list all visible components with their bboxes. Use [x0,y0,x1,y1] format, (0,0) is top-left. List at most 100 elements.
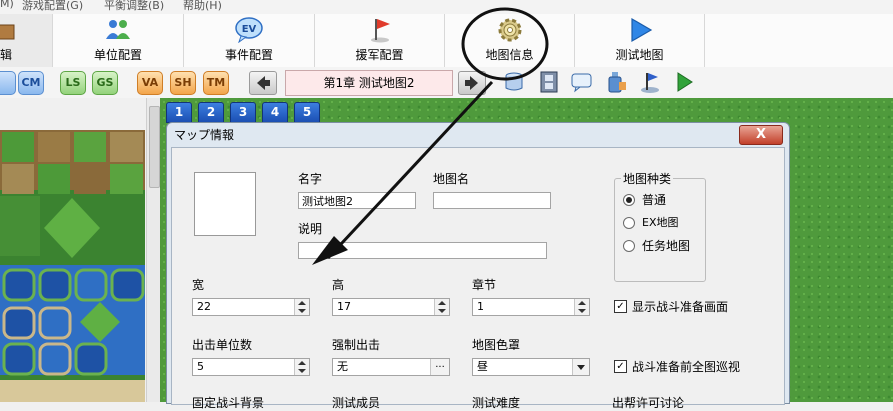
partial-blue-button[interactable] [0,71,16,95]
sh-label: SH [174,76,192,89]
toolbar-units-label: 单位配置 [93,48,142,62]
toolbar-reinforce-label: 援军配置 [355,48,404,62]
menu-bar: M) 游戏配置(G) 平衡调整(B) 帮助(H) [0,0,893,15]
gs-button[interactable]: GS [92,71,118,95]
test-member-label: 测试成员 [332,396,381,410]
cm-button[interactable]: CM [18,71,44,95]
cm-label: CM [21,76,41,89]
menu-item-game-config[interactable]: 游戏配置(G) [22,0,83,13]
height-stepper[interactable]: 17 [332,298,450,316]
database-icon[interactable] [502,70,526,94]
toolbar-edit-label: 辑 [0,48,13,62]
name-field[interactable]: 测试地图2 [298,192,416,209]
tint-value: 昼 [477,360,488,373]
patrol-label: 战斗准备前全图巡视 [632,360,741,374]
height-stepper-arrows[interactable] [434,299,449,315]
width-stepper-arrows[interactable] [294,299,309,315]
menu-item-map[interactable]: M) [0,0,14,10]
map-preview [194,172,256,236]
chapter-stepper-arrows[interactable] [574,299,589,315]
forced-value: 无 [337,360,348,373]
map-tab-4[interactable]: 4 [262,102,288,123]
map-tab-3[interactable]: 3 [230,102,256,123]
toolbar-edit-button[interactable]: 辑 [0,14,53,67]
map-tab-2[interactable]: 2 [198,102,224,123]
patrol-checkbox[interactable]: ✓ [614,360,627,373]
map-tab-5-label: 5 [302,105,312,119]
chapter-label: 章节 [472,278,497,292]
ls-button[interactable]: LS [60,71,86,95]
maptype-label: 地图种类 [621,170,674,187]
sortie-permission-label: 出帮许可讨论 [612,396,685,410]
map-tab-1[interactable]: 1 [166,102,192,123]
toolbar-reinforce-button[interactable]: 援军配置 [315,14,445,67]
edit-icon [0,24,15,40]
gear-icon [498,18,521,42]
menu-item-balance[interactable]: 平衡调整(B) [104,0,164,13]
maptype-quest-radio[interactable] [623,240,635,252]
palette-scrollbar[interactable] [146,98,161,402]
dialog-title: マップ情報 [174,128,235,142]
height-label: 高 [332,278,345,292]
maptype-ex-label: EX地图 [642,216,679,229]
tile-palette[interactable] [0,130,145,402]
maptype-normal-radio[interactable] [623,194,635,206]
gs-label: GS [96,76,114,89]
sortie-stepper-arrows[interactable] [294,359,309,375]
mapname-label: 地图名 [433,172,470,186]
map-tab-4-label: 4 [270,105,280,119]
toolbar-testmap-label: 测试地图 [615,48,664,62]
toolbar-testmap-button[interactable]: 测试地图 [575,14,705,67]
mapname-field[interactable] [433,192,551,209]
map-tab-5[interactable]: 5 [294,102,320,123]
run-icon[interactable] [672,70,696,94]
ls-label: LS [65,76,81,89]
tint-label: 地图色罩 [472,338,521,352]
menu-item-help[interactable]: 帮助(H) [183,0,222,13]
scrollbar-thumb[interactable] [149,106,160,188]
message-icon[interactable] [570,70,594,94]
forced-field[interactable]: 无 ... [332,358,450,376]
dialog-body: 名字 测试地图2 地图名 说明 地图种类 普通 EX地图 任务地图 宽 22 高… [171,147,785,410]
secondary-toolbar: CM LS GS VA SH TM 第1章 测试地图2 [0,67,893,99]
play-triangle-icon [630,17,652,43]
sh-button[interactable]: SH [170,71,196,95]
unit-flag-icon[interactable] [638,70,662,94]
maptype-ex-radio[interactable] [623,217,635,229]
ev-event-icon: EV [235,17,263,43]
toolbar-event-button[interactable]: EV 事件配置 [184,14,315,67]
close-icon: X [755,127,767,142]
sortie-label: 出击单位数 [192,338,253,352]
width-stepper[interactable]: 22 [192,298,310,316]
show-prep-checkbox[interactable]: ✓ [614,300,627,313]
description-field[interactable] [298,242,547,259]
battle-bg-label: 固定战斗背景 [192,396,265,410]
tm-label: TM [206,76,226,89]
maptype-quest-label: 任务地图 [642,239,691,253]
film-icon[interactable] [537,70,561,94]
forced-browse-button[interactable]: ... [430,359,449,375]
description-label: 说明 [298,222,323,236]
prev-map-button[interactable] [249,71,277,95]
sortie-value: 5 [197,360,204,373]
dialog-titlebar[interactable]: マップ情報 X [167,123,789,147]
height-value: 17 [337,300,351,313]
dialog-close-button[interactable]: X [739,125,783,145]
sortie-stepper[interactable]: 5 [192,358,310,376]
arrow-right-icon [465,76,478,90]
arrow-left-icon [257,76,270,90]
bottle-icon[interactable] [604,70,628,94]
toolbar-mapinfo-button[interactable]: 地图信息 [445,14,575,67]
map-tab-3-label: 3 [238,105,248,119]
map-tab-2-label: 2 [206,105,216,119]
toolbar-units-button[interactable]: 单位配置 [53,14,184,67]
chevron-down-icon[interactable] [572,359,589,375]
current-map-title: 第1章 测试地图2 [285,70,453,96]
next-map-button[interactable] [458,71,486,95]
tm-button[interactable]: TM [203,71,229,95]
va-label: VA [141,76,159,89]
tint-select[interactable]: 昼 [472,358,590,376]
maptype-normal-label: 普通 [642,193,667,207]
va-button[interactable]: VA [137,71,163,95]
chapter-stepper[interactable]: 1 [472,298,590,316]
